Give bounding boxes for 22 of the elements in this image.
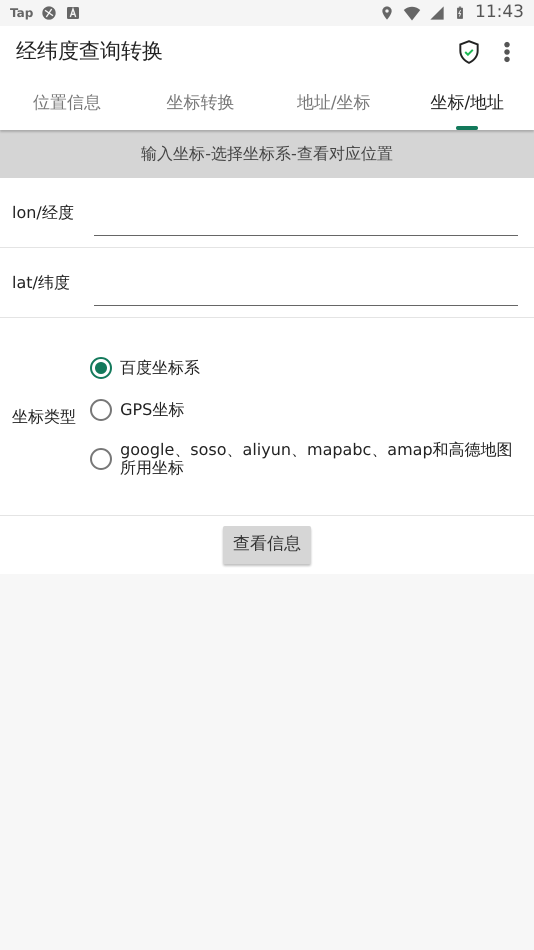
field-label: lon/经度 xyxy=(12,202,75,224)
app-title: 经纬度查询转换 xyxy=(16,38,164,66)
view-info-button[interactable]: 查看信息 xyxy=(223,526,311,564)
wifi-icon xyxy=(403,4,421,22)
tab[interactable]: 坐标/地址 xyxy=(400,78,534,130)
radio-button[interactable] xyxy=(90,448,112,470)
field-label: lat/纬度 xyxy=(12,272,71,294)
instruction-banner: 输入坐标-选择坐标系-查看对应位置 xyxy=(0,130,534,178)
font-icon xyxy=(65,5,82,21)
field-label: 坐标类型 xyxy=(12,406,77,428)
radio-label[interactable]: GPS坐标 xyxy=(120,401,184,419)
tab[interactable]: 地址/坐标 xyxy=(267,78,400,130)
radio-button[interactable] xyxy=(90,356,112,379)
radio-button[interactable] xyxy=(90,398,112,421)
app-label: Tap xyxy=(10,5,34,22)
tab[interactable]: 位置信息 xyxy=(0,78,134,130)
radio-label[interactable]: google、soso、aliyun、mapabc、amap和高德地图所用坐标 xyxy=(120,440,522,476)
more-menu-icon[interactable] xyxy=(504,41,510,63)
signal-icon xyxy=(429,5,445,21)
tab[interactable]: 坐标转换 xyxy=(134,78,267,130)
status-time: 11:43 xyxy=(475,1,524,24)
radio-label[interactable]: 百度坐标系 xyxy=(120,359,200,377)
